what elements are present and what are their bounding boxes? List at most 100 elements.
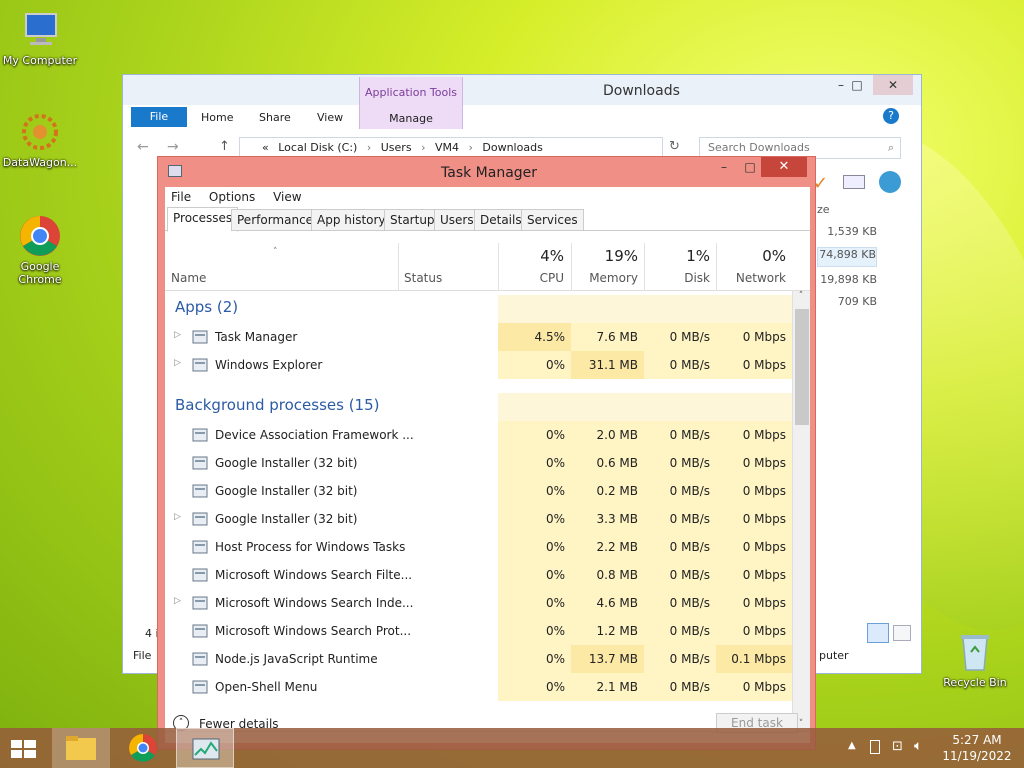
process-row[interactable]: ▷ Task Manager 4.5% 7.6 MB 0 MB/s 0 Mbps xyxy=(165,323,792,351)
flag-icon[interactable] xyxy=(870,740,880,754)
up-arrow-icon[interactable]: ↑ xyxy=(219,139,230,154)
clock[interactable]: 5:27 AM 11/19/2022 xyxy=(934,733,1020,763)
volume-icon[interactable]: 🔈︎ xyxy=(914,738,922,754)
explorer-titlebar[interactable]: Downloads – □ ✕ xyxy=(123,75,921,105)
tab-users[interactable]: Users xyxy=(434,209,480,231)
show-hidden-icons-icon[interactable]: ▲ xyxy=(848,740,856,751)
breadcrumb-users[interactable]: Users xyxy=(381,141,412,154)
network-value: 0 Mbps xyxy=(716,617,792,645)
address-overflow: « xyxy=(262,141,269,154)
tab-file[interactable]: File xyxy=(131,107,187,127)
tab-view[interactable]: View xyxy=(317,111,343,124)
menu-file[interactable]: File xyxy=(171,187,191,207)
process-row[interactable]: Microsoft Windows Search Prot... 0% 1.2 MB… xyxy=(165,617,792,645)
process-icon xyxy=(192,357,208,373)
menu-bar: File Options View xyxy=(165,187,810,207)
tab-home[interactable]: Home xyxy=(201,111,233,124)
memory-percent: 19% xyxy=(604,247,638,265)
breadcrumb-local-disk[interactable]: Local Disk (C:) xyxy=(278,141,357,154)
scroll-up-arrow-icon[interactable]: ˄ xyxy=(793,291,809,301)
tab-performance[interactable]: Performance xyxy=(231,209,320,231)
process-row[interactable]: ▷ Google Installer (32 bit) 0% 3.3 MB 0 MB/s… xyxy=(165,505,792,533)
tab-share[interactable]: Share xyxy=(259,111,291,124)
process-row[interactable]: Device Association Framework ... 0% 2.0 MB… xyxy=(165,421,792,449)
start-button[interactable] xyxy=(0,728,48,768)
status-right: puter xyxy=(819,649,849,662)
column-network[interactable]: 0% Network xyxy=(716,243,792,291)
cpu-value: 0% xyxy=(498,505,571,533)
minimize-button[interactable]: – xyxy=(711,157,737,177)
cpu-value: 0% xyxy=(498,351,571,379)
desktop-icon-my-computer[interactable]: My Computer xyxy=(0,8,80,67)
memory-value: 1.2 MB xyxy=(571,617,644,645)
group-header[interactable]: Apps (2) xyxy=(165,295,792,323)
close-button[interactable]: ✕ xyxy=(761,157,807,177)
back-arrow-icon[interactable]: ← xyxy=(137,139,149,155)
preview-icon[interactable] xyxy=(843,175,865,189)
disk-value: 0 MB/s xyxy=(644,323,716,351)
network-value: 0 Mbps xyxy=(716,505,792,533)
tab-startup[interactable]: Startup xyxy=(384,209,441,231)
scrollbar-thumb[interactable] xyxy=(795,309,809,425)
process-row[interactable]: Google Installer (32 bit) 0% 0.2 MB 0 MB/s 0… xyxy=(165,477,792,505)
tab-services[interactable]: Services xyxy=(521,209,584,231)
process-row[interactable]: Microsoft Windows Search Filte... 0% 0.8 M… xyxy=(165,561,792,589)
disk-value: 0 MB/s xyxy=(644,673,716,701)
menu-options[interactable]: Options xyxy=(209,187,255,207)
memory-value: 0.6 MB xyxy=(571,449,644,477)
taskbar-task-manager[interactable] xyxy=(176,728,234,768)
maximize-button[interactable]: □ xyxy=(737,157,763,177)
tab-manage[interactable]: Manage xyxy=(360,112,462,125)
breadcrumb-downloads[interactable]: Downloads xyxy=(482,141,542,154)
cpu-value: 0% xyxy=(498,533,571,561)
forward-arrow-icon[interactable]: → xyxy=(167,139,179,155)
contextual-tab-group: Application Tools Manage xyxy=(359,77,463,129)
tab-strip: Processes Performance App history Startu… xyxy=(165,207,810,232)
vertical-scrollbar[interactable]: ˄ ˅ xyxy=(792,291,810,731)
menu-view[interactable]: View xyxy=(273,187,301,207)
close-button[interactable]: ✕ xyxy=(873,75,913,95)
network-value: 0 Mbps xyxy=(716,449,792,477)
tab-app-history[interactable]: App history xyxy=(311,209,392,231)
expand-arrow-icon[interactable]: ▷ xyxy=(174,358,181,368)
column-disk[interactable]: 1% Disk xyxy=(644,243,716,291)
process-row[interactable]: Open-Shell Menu 0% 2.1 MB 0 MB/s 0 Mbps xyxy=(165,673,792,701)
column-memory[interactable]: 19% Memory xyxy=(571,243,644,291)
desktop-icon-google-chrome[interactable]: Google Chrome xyxy=(0,214,80,286)
process-icon xyxy=(192,539,208,555)
process-row[interactable]: Google Installer (32 bit) 0% 0.6 MB 0 MB/s 0… xyxy=(165,449,792,477)
process-row[interactable]: ▷ Microsoft Windows Search Inde... 0% 4.6 M… xyxy=(165,589,792,617)
task-manager-body: File Options View Processes Performance … xyxy=(165,187,810,743)
tab-processes[interactable]: Processes xyxy=(167,207,239,232)
column-name[interactable]: Name xyxy=(171,271,206,285)
sort-ascending-icon: ˄ xyxy=(273,247,278,257)
expand-arrow-icon[interactable]: ▷ xyxy=(174,330,181,340)
column-cpu[interactable]: 4% CPU xyxy=(498,243,570,291)
refresh-icon[interactable]: ↻ xyxy=(669,139,680,154)
help-icon[interactable]: ? xyxy=(883,108,899,124)
folder-icon xyxy=(66,736,96,760)
process-name: Task Manager xyxy=(215,330,298,344)
expand-arrow-icon[interactable]: ▷ xyxy=(174,512,181,522)
process-row[interactable]: Host Process for Windows Tasks 0% 2.2 MB 0 … xyxy=(165,533,792,561)
column-status[interactable]: Status xyxy=(404,271,442,285)
network-tray-icon[interactable]: ⊡ xyxy=(892,739,903,754)
details-view-icon[interactable] xyxy=(867,623,889,643)
column-size-header[interactable]: ze xyxy=(817,203,830,216)
desktop-icon-datawagon[interactable]: DataWagon... xyxy=(0,110,80,169)
tab-details[interactable]: Details xyxy=(474,209,528,231)
task-manager-window[interactable]: Task Manager – □ ✕ File Options View Pro… xyxy=(157,156,816,750)
task-manager-titlebar[interactable]: Task Manager – □ ✕ xyxy=(158,157,815,187)
process-row[interactable]: Node.js JavaScript Runtime 0% 13.7 MB 0 MB/… xyxy=(165,645,792,673)
search-placeholder: Search Downloads xyxy=(708,141,810,154)
large-icons-view-icon[interactable] xyxy=(893,625,911,641)
desktop-icon-recycle-bin[interactable]: Recycle Bin xyxy=(935,630,1015,689)
taskbar-chrome[interactable] xyxy=(114,728,172,768)
expand-arrow-icon[interactable]: ▷ xyxy=(174,596,181,606)
taskbar-file-explorer[interactable] xyxy=(52,728,110,768)
breadcrumb-vm4[interactable]: VM4 xyxy=(435,141,459,154)
maximize-button[interactable]: □ xyxy=(843,75,871,95)
cpu-value: 0% xyxy=(498,449,571,477)
group-header[interactable]: Background processes (15) xyxy=(165,393,792,421)
process-row[interactable]: ▷ Windows Explorer 0% 31.1 MB 0 MB/s 0 Mbps xyxy=(165,351,792,379)
